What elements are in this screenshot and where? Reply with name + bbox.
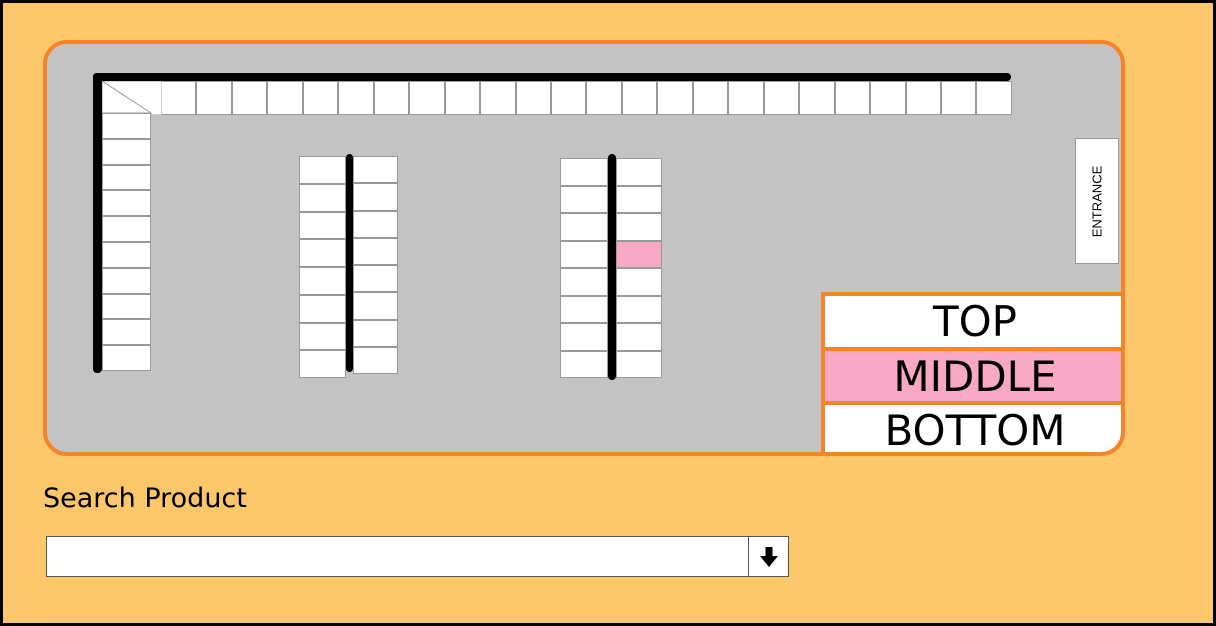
legend-top: TOP [825,296,1121,347]
shelf-cell [799,81,835,115]
shelf-cell [550,81,587,115]
shelf-cell [353,156,398,184]
shelf-cell [621,81,658,115]
shelf-cell [870,81,906,115]
shelf-cell [976,81,1012,115]
shelf-cell [560,268,608,296]
aisle-2-left [560,158,608,378]
search-product-combobox[interactable] [46,536,789,577]
shelf-cell [102,113,151,139]
shelf-cell [102,241,151,268]
store-map: ENTRANCE TOP MIDDLE BOTTOM [43,40,1125,456]
shelf-cell [102,216,151,242]
shelf-cell [161,81,197,115]
shelf-cell [616,268,662,296]
entrance-sign: ENTRANCE [1075,138,1119,264]
shelf-cell [102,164,151,191]
shelf-cell [560,350,608,378]
left-wall [93,73,102,373]
shelf-cell [353,292,398,320]
shelf-cell [299,211,346,240]
shelf-cell [560,295,608,323]
shelf-cell [353,210,398,238]
shelf-cell [299,267,346,295]
shelf-cell [515,81,551,115]
shelf-cell [657,81,693,115]
shelf-cell [102,190,151,217]
aisle-2-divider [608,154,616,380]
aisle-2-right [616,158,662,378]
shelf-cell [267,81,303,115]
shelf-cell [338,81,374,115]
shelf-cell [373,81,410,115]
shelf-cell [616,295,662,323]
shelf-cell [905,81,941,115]
entrance-label: ENTRANCE [1089,165,1105,237]
shelf-cell [616,240,662,268]
shelf-cell [480,81,516,115]
shelf-cell [560,213,608,241]
shelf-cell [560,240,608,268]
shelf-cell [586,81,622,115]
left-wall-shelf [102,113,151,371]
shelf-cell [299,239,346,267]
shelf-cell [299,322,346,351]
shelf-cell [616,185,662,213]
shelf-cell [299,294,346,323]
shelf-cell [616,323,662,351]
shelf-cell [616,350,662,378]
shelf-cell [560,323,608,351]
shelf-cell [728,81,764,115]
top-wall [93,73,1011,81]
app-window: ENTRANCE TOP MIDDLE BOTTOM Search Produc… [0,0,1216,626]
shelf-cell [616,158,662,186]
top-shelf [161,81,1012,115]
shelf-cell [353,265,398,293]
legend-bottom: BOTTOM [825,405,1121,452]
search-product-label: Search Product [43,483,247,514]
shelf-cell [299,183,346,212]
search-product-input[interactable] [47,537,748,576]
legend-middle: MIDDLE [825,350,1121,402]
aisle-1-right [353,156,398,374]
shelf-cell [102,319,151,346]
down-arrow-icon [759,546,778,567]
shelf-cell [834,81,871,115]
shelf-cell [231,81,268,115]
shelf-cell [353,183,398,211]
dropdown-button[interactable] [748,537,788,576]
aisle-1-divider [346,154,353,372]
shelf-cell [102,267,151,294]
aisle-1-left [299,156,346,378]
shelf-cell [102,138,151,165]
shelf-cell [353,346,398,374]
shelf-cell [299,350,346,378]
shelf-cell [940,81,977,115]
shelf-cell [409,81,445,115]
shelf-cell [196,81,232,115]
shelf-cell [102,293,151,320]
shelf-cell [299,156,346,184]
shelf-cell [560,158,608,186]
corner-shelf [102,81,162,115]
shelf-cell [102,345,151,371]
shelf-level-legend: TOP MIDDLE BOTTOM [821,292,1121,452]
shelf-cell [692,81,729,115]
shelf-cell [302,81,339,115]
shelf-cell [353,237,398,265]
shelf-cell [616,213,662,241]
shelf-cell [763,81,800,115]
shelf-cell [444,81,481,115]
shelf-cell [353,319,398,347]
shelf-cell [560,185,608,213]
